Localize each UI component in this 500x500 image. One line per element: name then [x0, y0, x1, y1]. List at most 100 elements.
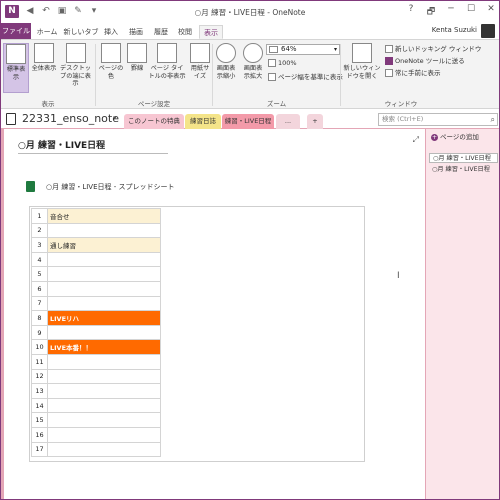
- cell[interactable]: [47, 222, 161, 239]
- embedded-file-label[interactable]: ○月 練習・LIVE日程 - スプレッドシート: [46, 182, 175, 192]
- tab-file[interactable]: ファイル: [1, 23, 31, 39]
- always-on-top-button[interactable]: 常に手前に表示: [385, 67, 441, 77]
- dock-to-desktop-button[interactable]: デスクトップの端に表示: [58, 43, 93, 88]
- table-row: 17: [31, 441, 161, 458]
- row-number[interactable]: 6: [31, 280, 48, 297]
- avatar[interactable]: [481, 24, 495, 38]
- row-number[interactable]: 8: [31, 310, 48, 326]
- onenote-tool-icon: [385, 57, 393, 65]
- ribbon-display-icon[interactable]: 🗗: [425, 4, 437, 20]
- page-list-item[interactable]: ○月 練習・LIVE日程: [429, 153, 498, 163]
- zoom-select[interactable]: 64% ▾: [266, 44, 340, 55]
- notebook-name[interactable]: 22331_enso_note: [22, 112, 119, 125]
- page-title[interactable]: ○月 練習・LIVE日程: [18, 138, 105, 151]
- tab-insert[interactable]: 挿入: [101, 25, 121, 39]
- rule-lines-icon: [127, 43, 147, 63]
- tab-draw[interactable]: 描画: [125, 25, 147, 39]
- chevron-down-icon[interactable]: ▾: [113, 114, 117, 122]
- add-page-button[interactable]: + ページの追加: [429, 132, 499, 143]
- hide-page-title-button[interactable]: ページ タイトルの非表示: [148, 43, 186, 80]
- row-number[interactable]: 16: [31, 426, 48, 443]
- user-name[interactable]: Kenta Suzuki: [432, 26, 477, 34]
- paper-size-icon: [190, 43, 210, 63]
- new-docked-window-button[interactable]: 新しいドッキング ウィンドウ: [385, 43, 481, 53]
- cell[interactable]: [47, 383, 161, 399]
- tab-history[interactable]: 履歴: [150, 25, 172, 39]
- table-row: 8 LIVEリハ: [31, 310, 161, 326]
- search-input[interactable]: 検索 (Ctrl+E) ⌕: [378, 113, 498, 126]
- onenote-window: N ◀ ↶ ▣ ✎ ▾ ○月 練習・LIVE日程 - OneNote ? 🗗 ─…: [0, 0, 500, 500]
- page-list-pane: + ページの追加 ○月 練習・LIVE日程 ○月 練習・LIVE日程: [425, 129, 499, 499]
- row-number[interactable]: 12: [31, 368, 48, 385]
- cell[interactable]: [47, 368, 161, 385]
- row-number[interactable]: 11: [31, 353, 48, 370]
- page-list-item[interactable]: ○月 練習・LIVE日程: [429, 165, 498, 175]
- zoom-100-icon: [268, 59, 276, 67]
- table-row: 9: [31, 324, 161, 341]
- table-row: 14: [31, 397, 161, 414]
- row-number[interactable]: 3: [31, 237, 48, 253]
- ribbon-separator: [212, 44, 213, 106]
- cell[interactable]: [47, 353, 161, 370]
- row-number[interactable]: 14: [31, 397, 48, 414]
- section-tab-schedule[interactable]: 練習・LIVE日程: [222, 114, 274, 129]
- cell[interactable]: [47, 441, 161, 458]
- page-width-button[interactable]: ページ幅を基準に表示: [268, 71, 343, 81]
- row-number[interactable]: 15: [31, 412, 48, 428]
- full-page-view-button[interactable]: 全体表示: [31, 43, 57, 73]
- zoom-out-button[interactable]: 画面表示縮小: [214, 43, 238, 80]
- group-label-window: ウィンドウ: [384, 100, 418, 108]
- row-number[interactable]: 9: [31, 324, 48, 341]
- maximize-button[interactable]: ☐: [465, 4, 477, 20]
- row-number[interactable]: 10: [31, 339, 48, 355]
- expand-icon[interactable]: ⤢: [413, 135, 419, 145]
- minimize-button[interactable]: ─: [445, 4, 457, 20]
- cell[interactable]: [47, 426, 161, 443]
- new-window-button[interactable]: 新しいウィンドウを開く: [342, 43, 382, 80]
- cell[interactable]: 音合せ: [47, 208, 161, 224]
- section-tab-practice-log[interactable]: 練習日誌: [185, 114, 221, 129]
- row-number[interactable]: 4: [31, 251, 48, 268]
- page-canvas[interactable]: ○月 練習・LIVE日程 ⤢ ○月 練習・LIVE日程 - スプレッドシート I…: [1, 129, 425, 499]
- embedded-spreadsheet[interactable]: 1 音合せ 2 3 通し練習 4 5 6 7 8 LIVEリハ 9 10 LIVE本番！！ 11 12 13 14…: [29, 206, 365, 462]
- row-number[interactable]: 17: [31, 441, 48, 458]
- tab-home[interactable]: ホーム: [35, 25, 59, 39]
- cell[interactable]: 通し練習: [47, 237, 161, 253]
- cell[interactable]: [47, 412, 161, 428]
- table-row: 4: [31, 251, 161, 268]
- cell[interactable]: LIVEリハ: [47, 310, 161, 326]
- rule-lines-button[interactable]: 罫線: [127, 43, 147, 73]
- tab-view[interactable]: 表示: [199, 25, 223, 39]
- dock-icon: [65, 43, 86, 63]
- zoom-icon: [269, 46, 278, 53]
- paper-size-button[interactable]: 用紙サイズ: [189, 43, 211, 80]
- section-tab-more[interactable]: ...: [276, 114, 300, 129]
- zoom-100-button[interactable]: 100%: [268, 59, 297, 67]
- tab-new[interactable]: 新しいタブ: [63, 25, 99, 39]
- tab-review[interactable]: 校閲: [174, 25, 196, 39]
- zoom-in-button[interactable]: 画面表示拡大: [241, 43, 265, 80]
- notebook-bar: 22331_enso_note ▾ このノートの特典 練習日誌 練習・LIVE日…: [1, 109, 499, 129]
- cell[interactable]: [47, 266, 161, 282]
- row-number[interactable]: 5: [31, 266, 48, 282]
- cell[interactable]: [47, 251, 161, 268]
- row-number[interactable]: 2: [31, 222, 48, 239]
- page-color-button[interactable]: ページの色: [97, 43, 125, 80]
- cell[interactable]: [47, 324, 161, 341]
- row-number[interactable]: 7: [31, 295, 48, 312]
- ribbon-separator: [340, 44, 341, 106]
- cell[interactable]: [47, 397, 161, 414]
- cell[interactable]: LIVE本番！！: [47, 339, 161, 355]
- normal-view-button[interactable]: 標準表示: [3, 43, 29, 93]
- section-tab-bonus[interactable]: このノートの特典: [124, 114, 184, 129]
- search-icon[interactable]: ⌕: [491, 114, 495, 125]
- ribbon-tabs: ファイル ホーム 新しいタブ 挿入 描画 履歴 校閲 表示 Kenta Suzu…: [1, 23, 499, 39]
- add-section-button[interactable]: +: [307, 114, 323, 129]
- row-number[interactable]: 1: [31, 208, 48, 224]
- send-to-onenote-button[interactable]: OneNote ツールに送る: [385, 55, 465, 65]
- row-number[interactable]: 13: [31, 383, 48, 399]
- close-button[interactable]: ✕: [485, 4, 497, 20]
- cell[interactable]: [47, 295, 161, 312]
- help-button[interactable]: ?: [405, 4, 417, 20]
- cell[interactable]: [47, 280, 161, 297]
